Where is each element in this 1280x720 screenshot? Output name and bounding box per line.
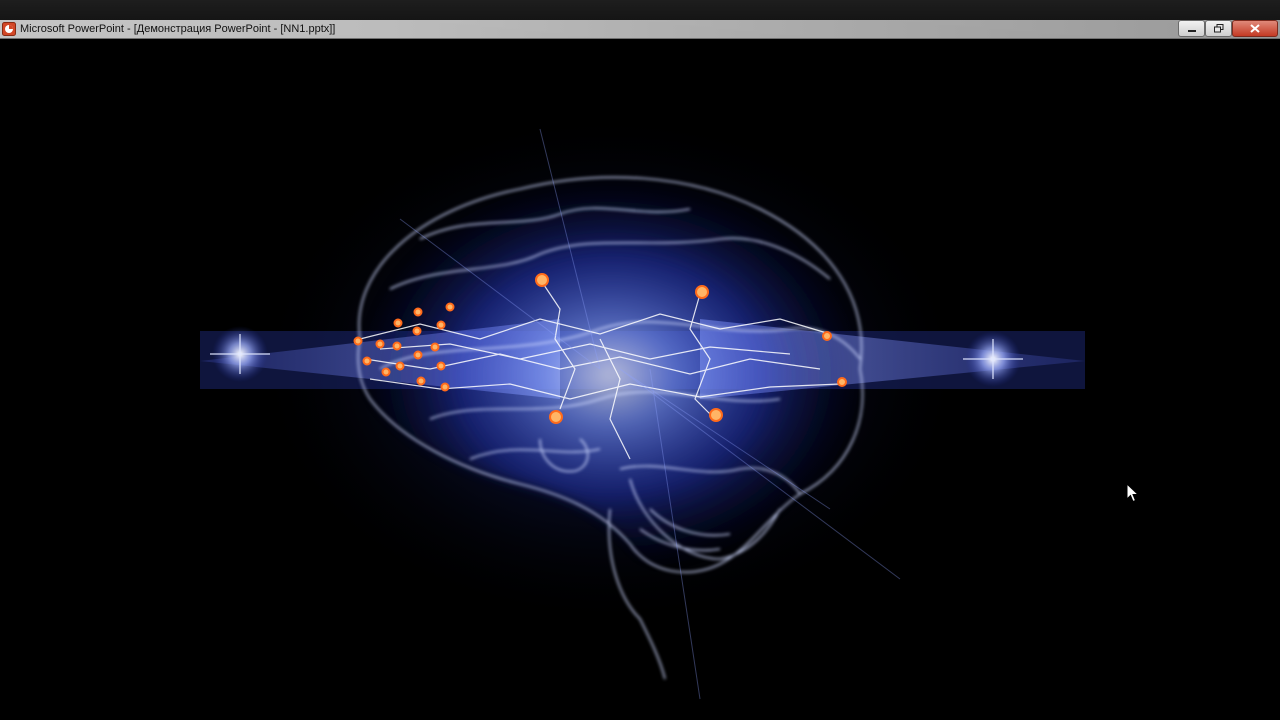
window-title: Microsoft PowerPoint - [Демонстрация Pow…	[20, 23, 336, 35]
restore-icon	[1213, 24, 1223, 33]
arrow-cursor-icon	[1126, 483, 1140, 503]
close-button[interactable]	[1232, 20, 1278, 37]
powerpoint-slideshow-window: Microsoft PowerPoint - [Демонстрация Pow…	[0, 0, 1280, 720]
minimize-button[interactable]	[1178, 20, 1205, 37]
powerpoint-icon[interactable]	[2, 22, 16, 36]
minimize-icon	[1187, 29, 1196, 32]
close-icon	[1250, 24, 1260, 33]
window-controls	[1178, 20, 1278, 37]
glowing-brain-illustration	[200, 109, 1085, 700]
title-bar[interactable]: Microsoft PowerPoint - [Демонстрация Pow…	[0, 0, 1280, 39]
slide-canvas[interactable]	[0, 39, 1280, 720]
restore-button[interactable]	[1205, 20, 1232, 37]
